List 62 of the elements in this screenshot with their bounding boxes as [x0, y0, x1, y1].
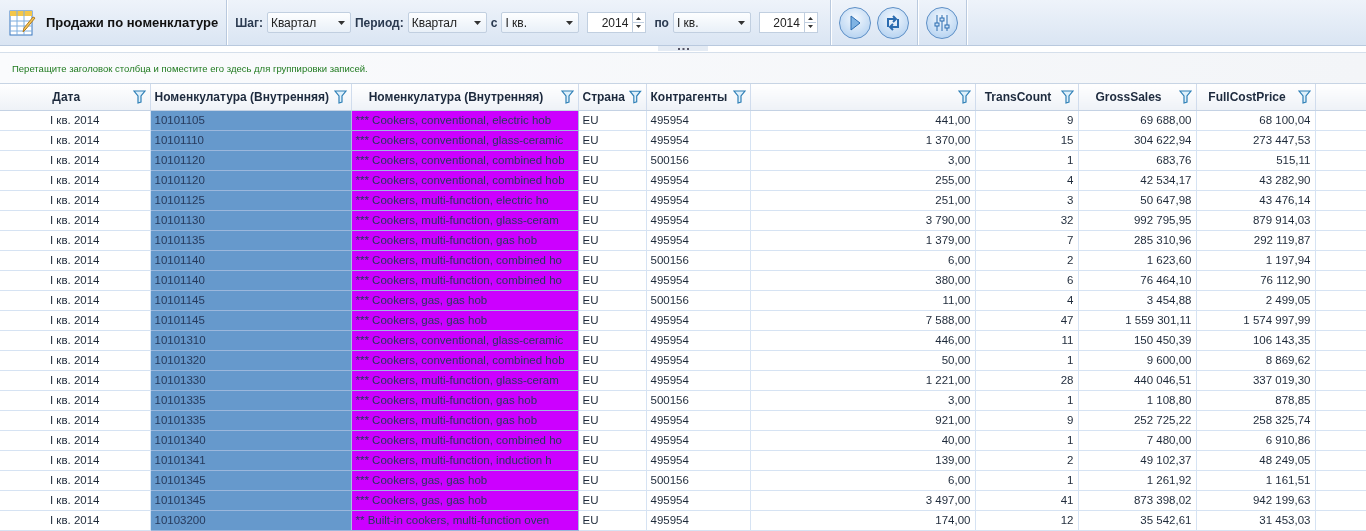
filter-icon[interactable]	[732, 89, 746, 104]
play-button[interactable]	[838, 6, 871, 39]
table-cell: I кв. 2014	[0, 130, 150, 150]
column-header[interactable]: FullCostPrice	[1196, 84, 1315, 110]
column-header[interactable]: GrossSales	[1078, 84, 1196, 110]
column-header[interactable]: Номенкулатура (Внутренняя)	[150, 84, 351, 110]
column-header[interactable]: Контрагенты	[646, 84, 750, 110]
table-cell: I кв. 2014	[0, 230, 150, 250]
column-header[interactable]: Дата	[0, 84, 150, 110]
table-cell: I кв. 2014	[0, 450, 150, 470]
table-cell: I кв. 2014	[0, 210, 150, 230]
table-cell: I кв. 2014	[0, 170, 150, 190]
table-cell: I кв. 2014	[0, 310, 150, 330]
table-cell: I кв. 2014	[0, 470, 150, 490]
play-icon	[848, 14, 861, 31]
caret-icon	[566, 20, 574, 25]
table-cell: I кв. 2014	[0, 390, 150, 410]
table-cell: I кв. 2014	[0, 350, 150, 370]
field-label: Шаг:	[235, 15, 263, 30]
caret-icon	[337, 20, 345, 25]
sliders-icon	[933, 13, 950, 32]
filter-icon[interactable]	[1178, 89, 1192, 104]
settings-button[interactable]	[925, 6, 958, 39]
table-cell: I кв. 2014	[0, 510, 150, 530]
column-header[interactable]: TransCount	[975, 84, 1078, 110]
filter-icon[interactable]	[1060, 89, 1074, 104]
dropdown[interactable]: I кв.	[672, 12, 751, 33]
filter-icon[interactable]	[333, 89, 347, 104]
dropdown[interactable]: Квартал	[407, 12, 487, 33]
filter-icon[interactable]	[957, 89, 971, 104]
table-cell: I кв. 2014	[0, 430, 150, 450]
table-cell: I кв. 2014	[0, 110, 150, 130]
table-cell: I кв. 2014	[0, 290, 150, 310]
table-pencil-icon	[8, 7, 38, 38]
dropdown[interactable]: I кв.	[501, 12, 580, 33]
table-cell: I кв. 2014	[0, 410, 150, 430]
field-label: по	[654, 15, 669, 30]
column-header[interactable]: Страна	[578, 84, 646, 110]
window-title: Продажи по номенклатуре	[46, 15, 219, 30]
filter-icon[interactable]	[1297, 89, 1311, 104]
refresh-button[interactable]	[876, 6, 909, 39]
dropdown[interactable]: Квартал	[266, 12, 351, 33]
year-spinner[interactable]: 2014	[758, 12, 818, 33]
table-cell: I кв. 2014	[0, 330, 150, 350]
caret-icon	[473, 20, 481, 25]
table-cell: I кв. 2014	[0, 150, 150, 170]
group-hint: Перетащите заголовок столбца и поместите его здесь для группировки записей.	[12, 62, 368, 74]
table-cell: I кв. 2014	[0, 190, 150, 210]
column-header[interactable]: Номенкулатура (Внутренняя)	[351, 84, 578, 110]
year-spinner[interactable]: 2014	[587, 12, 647, 33]
field-label: Период:	[354, 15, 404, 30]
caret-icon	[737, 20, 745, 25]
filter-icon[interactable]	[560, 89, 574, 104]
table-cell: I кв. 2014	[0, 270, 150, 290]
table-cell: I кв. 2014	[0, 370, 150, 390]
field-label: с	[490, 15, 498, 30]
table-cell: I кв. 2014	[0, 490, 150, 510]
grip-dots-icon	[677, 47, 689, 50]
filter-icon[interactable]	[132, 89, 146, 104]
filter-icon[interactable]	[628, 89, 642, 104]
table-cell: I кв. 2014	[0, 250, 150, 270]
splitter-grip[interactable]	[658, 46, 708, 51]
